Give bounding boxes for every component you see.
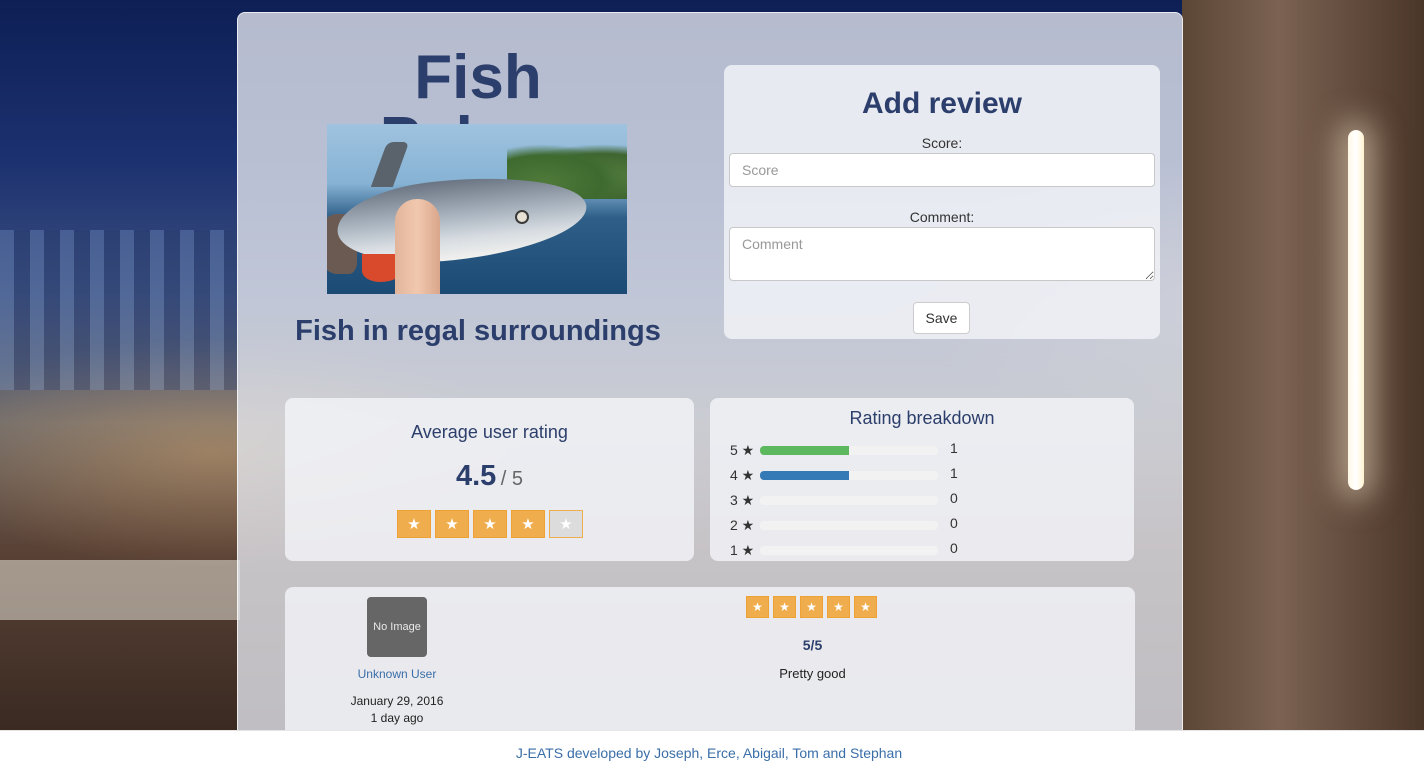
- average-star-icon: ★: [549, 510, 583, 538]
- review-stars: ★ ★ ★ ★ ★: [746, 596, 877, 618]
- brick-wall: [1182, 0, 1424, 730]
- review-comment: Pretty good: [779, 666, 846, 681]
- review-star-icon: ★: [827, 596, 850, 618]
- average-star-icon: ★: [511, 510, 545, 538]
- review-score: 5/5: [802, 637, 823, 653]
- rating-breakdown-panel: Rating breakdown 5 ★ 1 4 ★ 1 3 ★ 0 2 ★ 0 1 ★ 0: [710, 398, 1134, 561]
- city-skyline: [0, 230, 240, 390]
- breakdown-star-label: 5 ★: [730, 442, 755, 458]
- average-rating-title: Average user rating: [411, 422, 568, 442]
- restaurant-image: [327, 124, 627, 294]
- breakdown-progress-bar: [760, 521, 938, 530]
- breakdown-star-label: 3 ★: [730, 492, 755, 508]
- avatar: No Image: [367, 597, 427, 657]
- wall-lamp: [1348, 130, 1364, 490]
- restaurant-container: Fish Palace Fish in regal surroundings A…: [237, 12, 1183, 732]
- review-star-icon: ★: [746, 596, 769, 618]
- breakdown-star-label: 2 ★: [730, 517, 755, 533]
- review-star-icon: ★: [854, 596, 877, 618]
- breakdown-progress-fill: [760, 471, 849, 480]
- average-star-icon: ★: [397, 510, 431, 538]
- review-relative-time: 1 day ago: [370, 711, 424, 725]
- breakdown-progress-bar: [760, 546, 938, 555]
- breakdown-count: 0: [950, 540, 958, 556]
- review-item: No Image Unknown User January 29, 2016 1…: [285, 587, 1135, 731]
- review-date: January 29, 2016: [350, 694, 444, 708]
- review-star-icon: ★: [800, 596, 823, 618]
- add-review-title: Add review: [861, 87, 1023, 120]
- average-star-icon: ★: [473, 510, 507, 538]
- score-input[interactable]: [729, 153, 1155, 187]
- breakdown-row: 5 ★ 1: [730, 440, 1130, 460]
- breakdown-row: 2 ★ 0: [730, 515, 1130, 535]
- fish-eye: [515, 210, 529, 224]
- average-stars: ★ ★ ★ ★ ★: [397, 510, 583, 538]
- breakdown-row: 3 ★ 0: [730, 490, 1130, 510]
- hand: [395, 199, 440, 294]
- average-star-icon: ★: [435, 510, 469, 538]
- review-user-link[interactable]: Unknown User: [325, 667, 469, 681]
- add-review-panel: Add review Score: Comment: Save: [724, 65, 1160, 339]
- footer: J-EATS developed by Joseph, Erce, Abigai…: [0, 730, 1424, 762]
- average-rating-value: 4.5 / 5: [285, 460, 694, 493]
- comment-label: Comment:: [909, 209, 975, 225]
- breakdown-star-label: 4 ★: [730, 467, 755, 483]
- breakdown-progress-bar: [760, 446, 938, 455]
- breakdown-progress-bar: [760, 471, 938, 480]
- score-label: Score:: [921, 135, 963, 151]
- breakdown-count: 0: [950, 490, 958, 506]
- average-score: 4.5: [455, 460, 497, 492]
- restaurant-description: Fish in regal surroundings: [295, 315, 661, 347]
- fish-dorsal-fin: [370, 142, 410, 187]
- breakdown-count: 0: [950, 515, 958, 531]
- breakdown-row: 4 ★ 1: [730, 465, 1130, 485]
- breakdown-row: 1 ★ 0: [730, 540, 1130, 560]
- rating-breakdown-title: Rating breakdown: [849, 408, 995, 428]
- breakdown-star-label: 1 ★: [730, 542, 755, 558]
- footer-credits-link[interactable]: J-EATS developed by Joseph, Erce, Abigai…: [0, 745, 1418, 761]
- breakdown-count: 1: [950, 440, 958, 456]
- average-rating-panel: Average user rating 4.5 / 5 ★ ★ ★ ★ ★: [285, 398, 694, 561]
- restaurant-table: [0, 560, 240, 620]
- review-star-icon: ★: [773, 596, 796, 618]
- breakdown-progress-bar: [760, 496, 938, 505]
- save-button[interactable]: Save: [913, 302, 970, 334]
- breakdown-progress-fill: [760, 446, 849, 455]
- breakdown-count: 1: [950, 465, 958, 481]
- average-out-of: / 5: [500, 468, 524, 490]
- comment-textarea[interactable]: [729, 227, 1155, 281]
